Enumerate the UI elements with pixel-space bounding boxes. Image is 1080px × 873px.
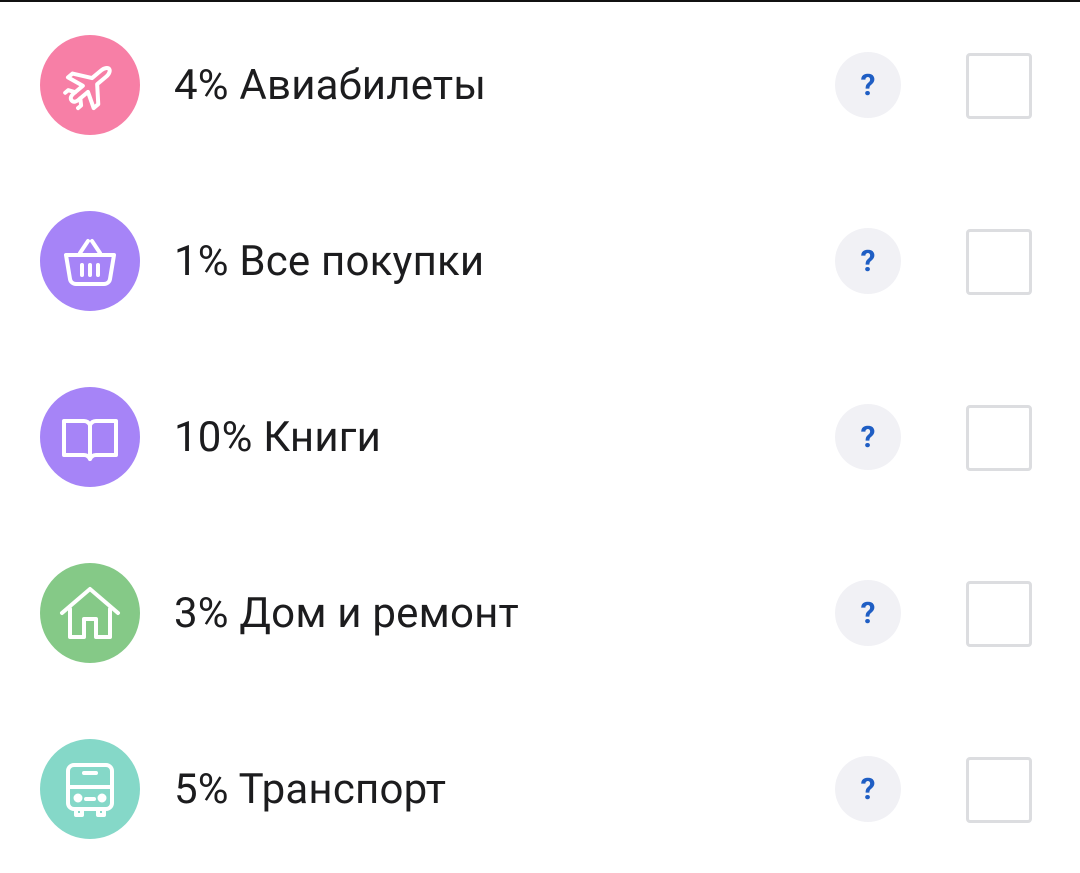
help-button[interactable]: ?	[835, 756, 901, 822]
category-icon-circle	[40, 387, 140, 487]
house-icon	[60, 587, 120, 639]
category-icon-circle	[40, 35, 140, 135]
help-button[interactable]: ?	[835, 228, 901, 294]
help-button[interactable]: ?	[835, 52, 901, 118]
category-row-all-purchases[interactable]: 1% Все покупки ?	[0, 201, 1080, 321]
airplane-icon	[63, 66, 112, 111]
category-icon-circle	[40, 739, 140, 839]
category-checkbox[interactable]	[966, 581, 1032, 647]
category-checkbox[interactable]	[966, 53, 1032, 119]
top-divider	[0, 0, 1080, 2]
bus-icon	[66, 763, 114, 817]
category-row-books[interactable]: 10% Книги ?	[0, 377, 1080, 497]
category-label: 3% Дом и ремонт	[174, 589, 519, 638]
book-icon	[62, 419, 118, 461]
question-mark-icon: ?	[860, 67, 876, 103]
category-label: 5% Транспорт	[174, 765, 447, 814]
category-icon-circle	[40, 563, 140, 663]
question-mark-icon: ?	[860, 243, 876, 279]
category-row-home-repair[interactable]: 3% Дом и ремонт ?	[0, 553, 1080, 673]
category-label: 1% Все покупки	[174, 237, 485, 286]
category-checkbox[interactable]	[966, 757, 1032, 823]
help-button[interactable]: ?	[835, 404, 901, 470]
basket-icon	[64, 239, 116, 286]
category-checkbox[interactable]	[966, 229, 1032, 295]
category-label: 4% Авиабилеты	[174, 61, 487, 110]
category-icon-circle	[40, 211, 140, 311]
category-checkbox[interactable]	[966, 405, 1032, 471]
question-mark-icon: ?	[860, 595, 876, 631]
question-mark-icon: ?	[860, 771, 876, 807]
category-label: 10% Книги	[174, 413, 382, 462]
help-button[interactable]: ?	[835, 580, 901, 646]
question-mark-icon: ?	[860, 419, 876, 455]
category-row-airplane-tickets[interactable]: 4% Авиабилеты ?	[0, 25, 1080, 145]
category-row-transport[interactable]: 5% Транспорт ?	[0, 729, 1080, 849]
